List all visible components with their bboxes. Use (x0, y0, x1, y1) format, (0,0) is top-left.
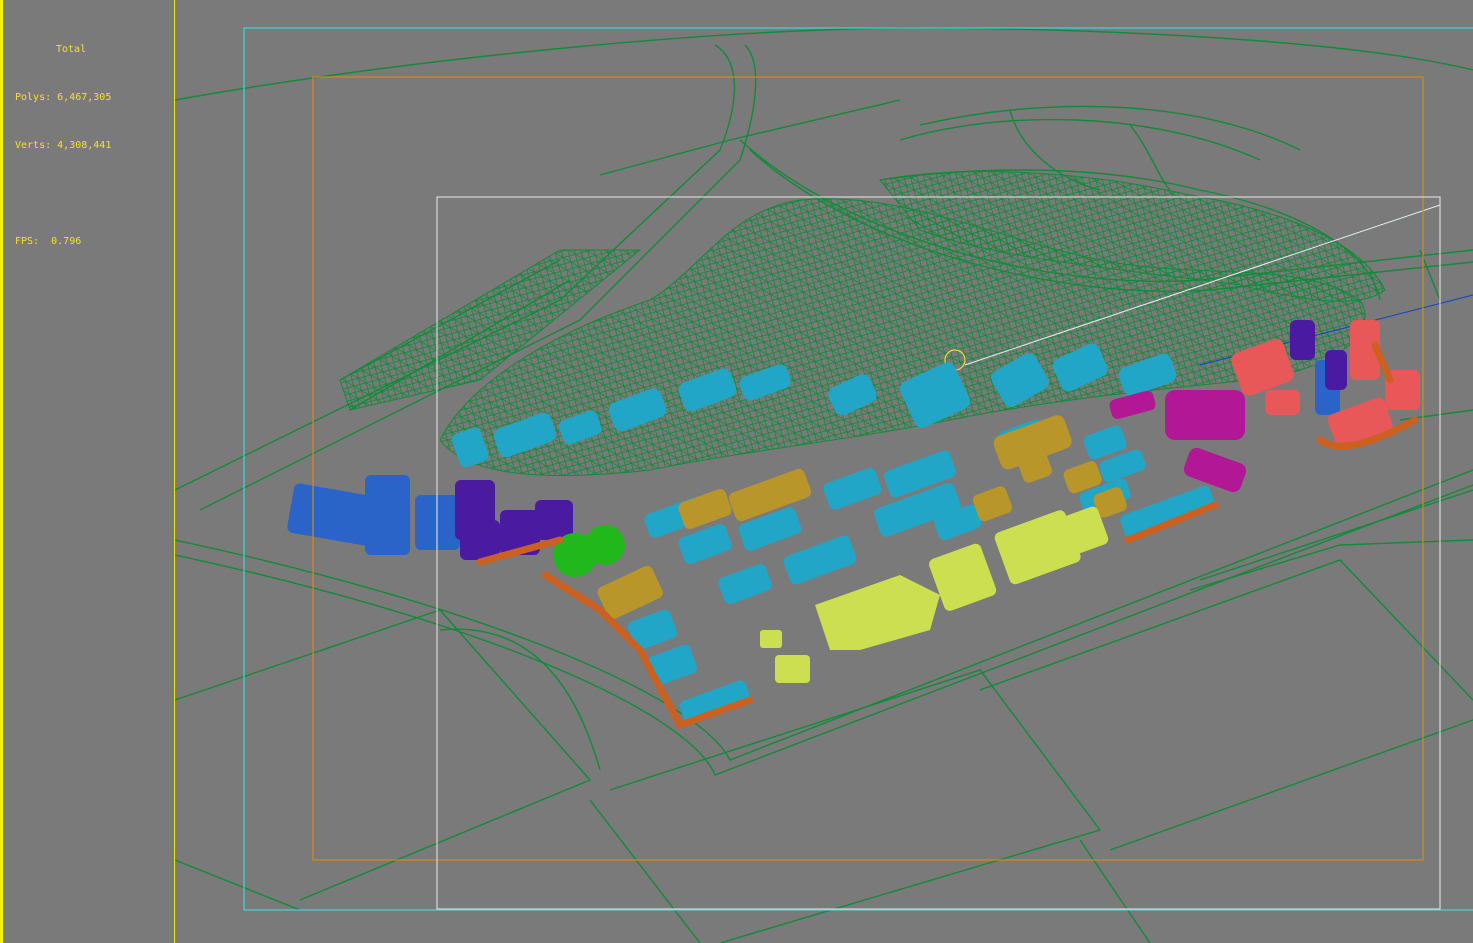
stats-total-label: Total (56, 44, 87, 55)
viewport-active-border (0, 0, 3, 943)
stats-fps-row: FPS: 0.796 (15, 234, 111, 250)
buildings-magenta (1109, 390, 1247, 493)
statistics-overlay: Total Polys: 6,467,305 Verts: 4,308,441 … (15, 10, 111, 266)
stats-verts-row: Verts: 4,308,441 (15, 138, 111, 154)
stats-polys-row: Polys: 6,467,305 (15, 90, 111, 106)
perspective-viewport[interactable] (175, 0, 1473, 943)
stats-polys-label: Polys: (15, 92, 52, 103)
stats-spacer (15, 186, 111, 202)
stats-fps-label: FPS: (15, 236, 40, 247)
stats-verts-value: 4,308,441 (57, 140, 112, 151)
stats-fps-value: 0.796 (51, 236, 82, 247)
stats-verts-label: Verts: (15, 140, 52, 151)
buildings-yellow-green (760, 506, 1109, 683)
scene-wireframe (175, 27, 1473, 943)
safe-frame-outer (243, 27, 1473, 911)
stats-polys-value: 6,467,305 (57, 92, 112, 103)
